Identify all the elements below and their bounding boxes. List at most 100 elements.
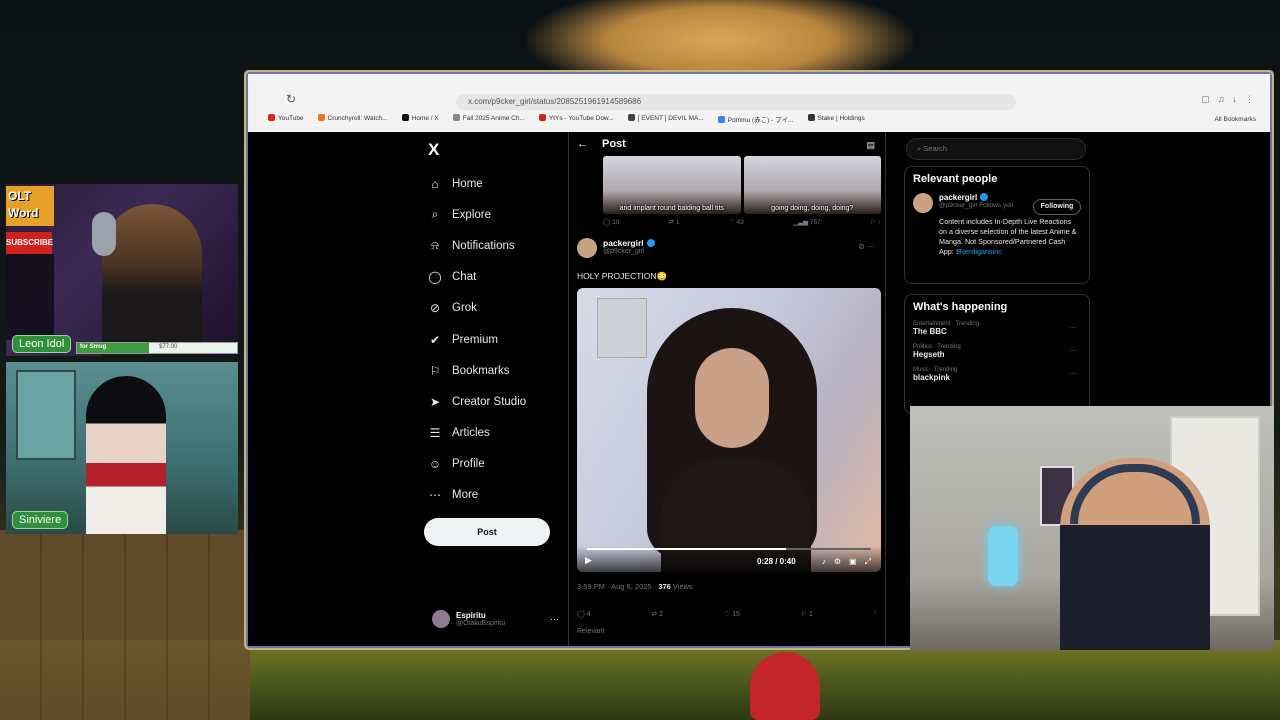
extension-icon[interactable]: ▢ xyxy=(1201,94,1210,105)
following-button[interactable]: Following xyxy=(1033,199,1081,215)
previous-image-1[interactable]: and implant round balding ball tits xyxy=(603,156,741,214)
tweet-meta: 3:59 PM · Aug 6, 2025 · 376 Views xyxy=(577,582,693,591)
fullscreen-icon: ⤢ xyxy=(864,557,871,566)
bookmark-button[interactable]: ⚐ 1 xyxy=(801,610,813,618)
nav-item-more[interactable]: ⋯ More xyxy=(428,480,526,511)
x-logo-icon[interactable]: X xyxy=(428,140,439,160)
like-button[interactable]: ♡ 15 xyxy=(724,610,740,618)
nav-item-creator-studio[interactable]: ➤ Creator Studio xyxy=(428,386,526,417)
profile-icon: ☺ xyxy=(428,457,442,472)
like-count[interactable]: ♡ 43 xyxy=(729,218,744,226)
bookmarks-bar: YouTube Crunchyroll: Watch... Home / X Fall… xyxy=(268,114,1260,128)
tweet-header: packergirl @p9cker_girl xyxy=(577,238,655,258)
window-backdrop xyxy=(16,370,76,460)
account-switcher[interactable]: Espiritu @OtakuEspiritu ⋯ xyxy=(432,610,559,628)
nav-item-notifications[interactable]: ⍾ Notifications xyxy=(428,230,526,261)
webcam-leon: OLT Word SUBSCRIBE for Smug $77.00 xyxy=(6,184,238,356)
card-title: What's happening xyxy=(913,301,1008,313)
search-input[interactable]: ⌕ Search xyxy=(906,138,1086,160)
media-icon[interactable]: ♫ xyxy=(1218,94,1225,105)
bookmark-item[interactable]: YtYs - YouTube Dow... xyxy=(538,114,614,128)
card-title: Relevant people xyxy=(913,173,998,185)
back-arrow-icon[interactable]: ← xyxy=(577,138,588,150)
download-icon[interactable]: ↓ xyxy=(1233,94,1238,105)
author-handle[interactable]: @p9cker_girl xyxy=(603,248,655,255)
nav-label: Grok xyxy=(452,302,477,315)
tweet-time[interactable]: 3:59 PM · Aug 6, 2025 · xyxy=(577,582,656,591)
grok-more-icons[interactable]: ⊘ ⋯ xyxy=(858,242,875,251)
author-name[interactable]: packergirl xyxy=(603,238,644,248)
bookmark-share-icons[interactable]: ⚐ ↑ xyxy=(870,218,881,226)
menu-icon[interactable]: ⋮ xyxy=(1245,94,1254,105)
bookmark-item[interactable]: Crunchyroll: Watch... xyxy=(317,114,388,128)
microphone xyxy=(988,526,1018,586)
webcam-reactor xyxy=(910,406,1274,650)
relevant-people-card: Relevant people packergirl @p9cker_girl … xyxy=(904,166,1090,284)
views-count[interactable]: ▁▃▅ 757 xyxy=(793,218,821,226)
more-icon[interactable]: ⋯ xyxy=(550,614,559,625)
nav-item-bookmarks[interactable]: ⚐ Bookmarks xyxy=(428,355,526,386)
play-icon[interactable]: ▶ xyxy=(585,555,592,566)
streamer-figure xyxy=(102,204,202,356)
volume-icon: ♪ xyxy=(821,557,826,566)
bookmark-item[interactable]: Pommu (赤こ) - ブイ... xyxy=(717,114,794,128)
reader-icon[interactable]: ▤ xyxy=(866,140,875,151)
reply-count[interactable]: ◯ 10 xyxy=(603,218,619,226)
reload-icon[interactable]: ↻ xyxy=(286,92,296,106)
bookmark-favicon-icon xyxy=(268,114,275,121)
avatar[interactable] xyxy=(913,193,933,213)
bookmark-item[interactable]: [ EVENT ] DEVIL MA... xyxy=(627,114,704,128)
repost-button[interactable]: ⇄ 2 xyxy=(651,610,663,618)
person-name[interactable]: packergirl xyxy=(939,193,977,202)
nav-item-chat[interactable]: ◯ Chat xyxy=(428,262,526,293)
video-control-icons[interactable]: ♪ ⚙ ▣ ⤢ xyxy=(822,557,871,567)
share-icon[interactable]: ↑ xyxy=(873,610,877,618)
donation-text: for Smug xyxy=(80,344,107,350)
nav-label: Articles xyxy=(452,427,490,440)
stone-wall xyxy=(0,530,250,720)
bookmark-favicon-icon xyxy=(627,114,635,121)
reply-button[interactable]: ◯ 4 xyxy=(577,610,591,618)
trend-item[interactable]: Politics · Trending Hegseth ⋯ xyxy=(913,344,1081,359)
vtuber-nametag: Siniviere xyxy=(12,511,69,529)
trend-item[interactable]: Music · Trending blackpink ⋯ xyxy=(913,367,1081,382)
bookmarks-icon: ⚐ xyxy=(429,363,441,378)
more-icon[interactable]: ⋯ xyxy=(1069,323,1077,332)
post-button[interactable]: Post xyxy=(424,518,550,546)
more-icon[interactable]: ⋯ xyxy=(1069,346,1077,355)
more-icon[interactable]: ⋯ xyxy=(1069,369,1077,378)
all-bookmarks-button[interactable]: All Bookmarks xyxy=(1214,116,1256,123)
reply-sort-label[interactable]: Relevant xyxy=(577,628,605,635)
bookmark-item[interactable]: Home / X xyxy=(401,114,439,128)
trend-title: The BBC xyxy=(913,327,947,336)
nav-item-profile[interactable]: ☺ Profile xyxy=(428,449,526,480)
nav-item-home[interactable]: ⌂ Home xyxy=(428,168,526,199)
nav-item-premium[interactable]: ✔ Premium xyxy=(428,324,526,355)
previous-image-2[interactable]: going doing, doing, doing? xyxy=(743,156,881,214)
bookmark-item[interactable]: Fall 2025 Anime Ch... xyxy=(452,114,525,128)
address-bar[interactable]: x.com/p9cker_girl/status/208525196191458… xyxy=(456,94,1016,110)
bookmark-favicon-icon xyxy=(538,114,546,121)
nav-label: More xyxy=(452,489,479,502)
game-character xyxy=(750,652,820,720)
nav-item-explore[interactable]: ⌕ Explore xyxy=(428,199,526,230)
toolbar-icons: ▢ ♫ ↓ ⋮ xyxy=(1201,94,1254,105)
trend-item[interactable]: Entertainment · Trending The BBC ⋯ xyxy=(913,321,1081,336)
account-handle: @OtakuEspiritu xyxy=(456,620,506,627)
avatar xyxy=(432,610,450,628)
video-progress-bar[interactable] xyxy=(587,548,871,550)
nav-item-grok[interactable]: ⊘ Grok xyxy=(428,293,526,324)
bookmark-favicon-icon xyxy=(717,116,725,123)
repost-count[interactable]: ⇄ 1 xyxy=(669,218,680,226)
nav-item-articles[interactable]: ☰ Articles xyxy=(428,418,526,449)
video-player[interactable]: ▶ 0:28 / 0:40 ♪ ⚙ ▣ ⤢ xyxy=(577,288,881,572)
person-handle: @p9cker_girl xyxy=(939,202,978,209)
home-icon: ⌂ xyxy=(431,176,439,191)
previous-tweet-media[interactable]: and implant round balding ball tits goin… xyxy=(603,156,881,214)
bookmark-item[interactable]: YouTube xyxy=(268,114,304,128)
creator-studio-icon: ➤ xyxy=(429,394,441,409)
bio-link[interactable]: $Nerdigansinc xyxy=(956,247,1002,256)
nav-label: Creator Studio xyxy=(452,395,527,408)
avatar[interactable] xyxy=(577,238,597,258)
bookmark-item[interactable]: Stake | Holdings xyxy=(807,114,865,128)
